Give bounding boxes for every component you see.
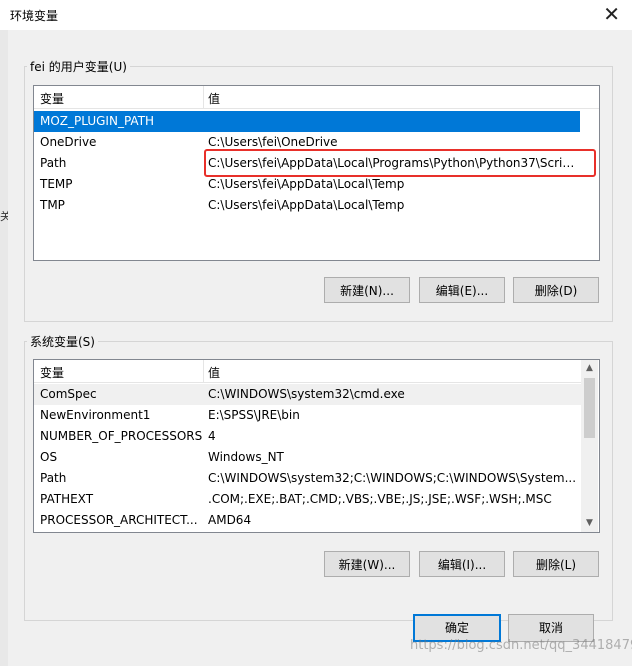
- user-new-button[interactable]: 新建(N)...: [324, 277, 410, 303]
- user-edit-button[interactable]: 编辑(E)...: [419, 277, 505, 303]
- system-var-row-number-of-processors[interactable]: NUMBER_OF_PROCESSORS 4: [34, 426, 581, 447]
- system-delete-button[interactable]: 删除(L): [513, 551, 599, 577]
- user-vars-group-label: fei 的用户变量(U): [27, 58, 130, 75]
- variable-name: OS: [40, 450, 58, 464]
- close-icon[interactable]: ✕: [603, 3, 620, 25]
- column-header-variable[interactable]: 变量: [40, 90, 64, 107]
- system-var-row-pathext[interactable]: PATHEXT .COM;.EXE;.BAT;.CMD;.VBS;.VBE;.J…: [34, 489, 581, 510]
- variable-value: AMD64: [208, 513, 252, 527]
- scroll-up-arrow-icon[interactable]: ▲: [581, 360, 598, 377]
- system-var-row-newenvironment1[interactable]: NewEnvironment1 E:\SPSS\JRE\bin: [34, 405, 581, 426]
- variable-value: E:\SPSS\JRE\bin: [208, 408, 300, 422]
- variable-name: NewEnvironment1: [40, 408, 151, 422]
- column-header-value[interactable]: 值: [208, 364, 220, 381]
- variable-value: C:\WINDOWS\system32\cmd.exe: [208, 387, 405, 401]
- variable-name: TEMP: [40, 177, 73, 191]
- column-header-variable[interactable]: 变量: [40, 364, 64, 381]
- variable-name: PATHEXT: [40, 492, 94, 506]
- user-var-row-tmp[interactable]: TMP C:\Users\fei\AppData\Local\Temp: [34, 195, 599, 216]
- path-value-highlight-box: [204, 149, 596, 177]
- variable-name: OneDrive: [40, 135, 97, 149]
- variable-value: C:\Users\fei\OneDrive: [208, 135, 338, 149]
- variable-value: C:\Users\fei\AppData\Local\Temp: [208, 198, 405, 212]
- user-var-row-temp[interactable]: TEMP C:\Users\fei\AppData\Local\Temp: [34, 174, 599, 195]
- scroll-down-arrow-icon[interactable]: ▼: [581, 515, 598, 532]
- variable-value: .COM;.EXE;.BAT;.CMD;.VBS;.VBE;.JS;.JSE;.…: [208, 492, 552, 506]
- user-vars-list-header: 变量 值: [34, 86, 599, 109]
- variable-name: Path: [40, 471, 67, 485]
- user-var-row-moz-plugin-path[interactable]: MOZ_PLUGIN_PATH: [34, 111, 580, 132]
- variable-value: Windows_NT: [208, 450, 284, 464]
- user-delete-button[interactable]: 删除(D): [513, 277, 599, 303]
- system-edit-button[interactable]: 编辑(I)...: [419, 551, 505, 577]
- title-bar: 环境变量 ✕: [0, 0, 632, 30]
- dialog-body: fei 的用户变量(U) 变量 值 MOZ_PLUGIN_PATH OneDri…: [8, 30, 632, 666]
- column-separator[interactable]: [203, 360, 204, 382]
- variable-name: ComSpec: [40, 387, 97, 401]
- variable-name: NUMBER_OF_PROCESSORS: [40, 429, 203, 443]
- column-header-value[interactable]: 值: [208, 90, 220, 107]
- system-vars-list-header: 变量 值: [34, 360, 581, 383]
- system-var-row-processor-architecture[interactable]: PROCESSOR_ARCHITECT... AMD64: [34, 510, 581, 531]
- variable-name: PROCESSOR_ARCHITECT...: [40, 513, 198, 527]
- variable-value: C:\WINDOWS\system32;C:\WINDOWS;C:\WINDOW…: [208, 471, 577, 485]
- system-vars-scrollbar[interactable]: ▲ ▼: [581, 360, 598, 532]
- watermark-text: https://blog.csdn.net/qq_34418479: [410, 638, 632, 653]
- variable-value: C:\Users\fei\AppData\Local\Temp: [208, 177, 405, 191]
- system-var-row-os[interactable]: OS Windows_NT: [34, 447, 581, 468]
- window-title: 环境变量: [10, 9, 59, 23]
- column-separator[interactable]: [203, 86, 204, 108]
- system-vars-group-label: 系统变量(S): [27, 333, 98, 350]
- system-new-button[interactable]: 新建(W)...: [324, 551, 410, 577]
- variable-name: TMP: [40, 198, 65, 212]
- system-var-row-comspec[interactable]: ComSpec C:\WINDOWS\system32\cmd.exe: [34, 384, 581, 405]
- variable-name: Path: [40, 156, 67, 170]
- scrollbar-thumb[interactable]: [584, 378, 595, 438]
- variable-name: MOZ_PLUGIN_PATH: [40, 114, 155, 128]
- system-vars-list[interactable]: 变量 值 ComSpec C:\WINDOWS\system32\cmd.exe…: [33, 359, 600, 533]
- system-var-row-path[interactable]: Path C:\WINDOWS\system32;C:\WINDOWS;C:\W…: [34, 468, 581, 489]
- variable-value: 4: [208, 429, 216, 443]
